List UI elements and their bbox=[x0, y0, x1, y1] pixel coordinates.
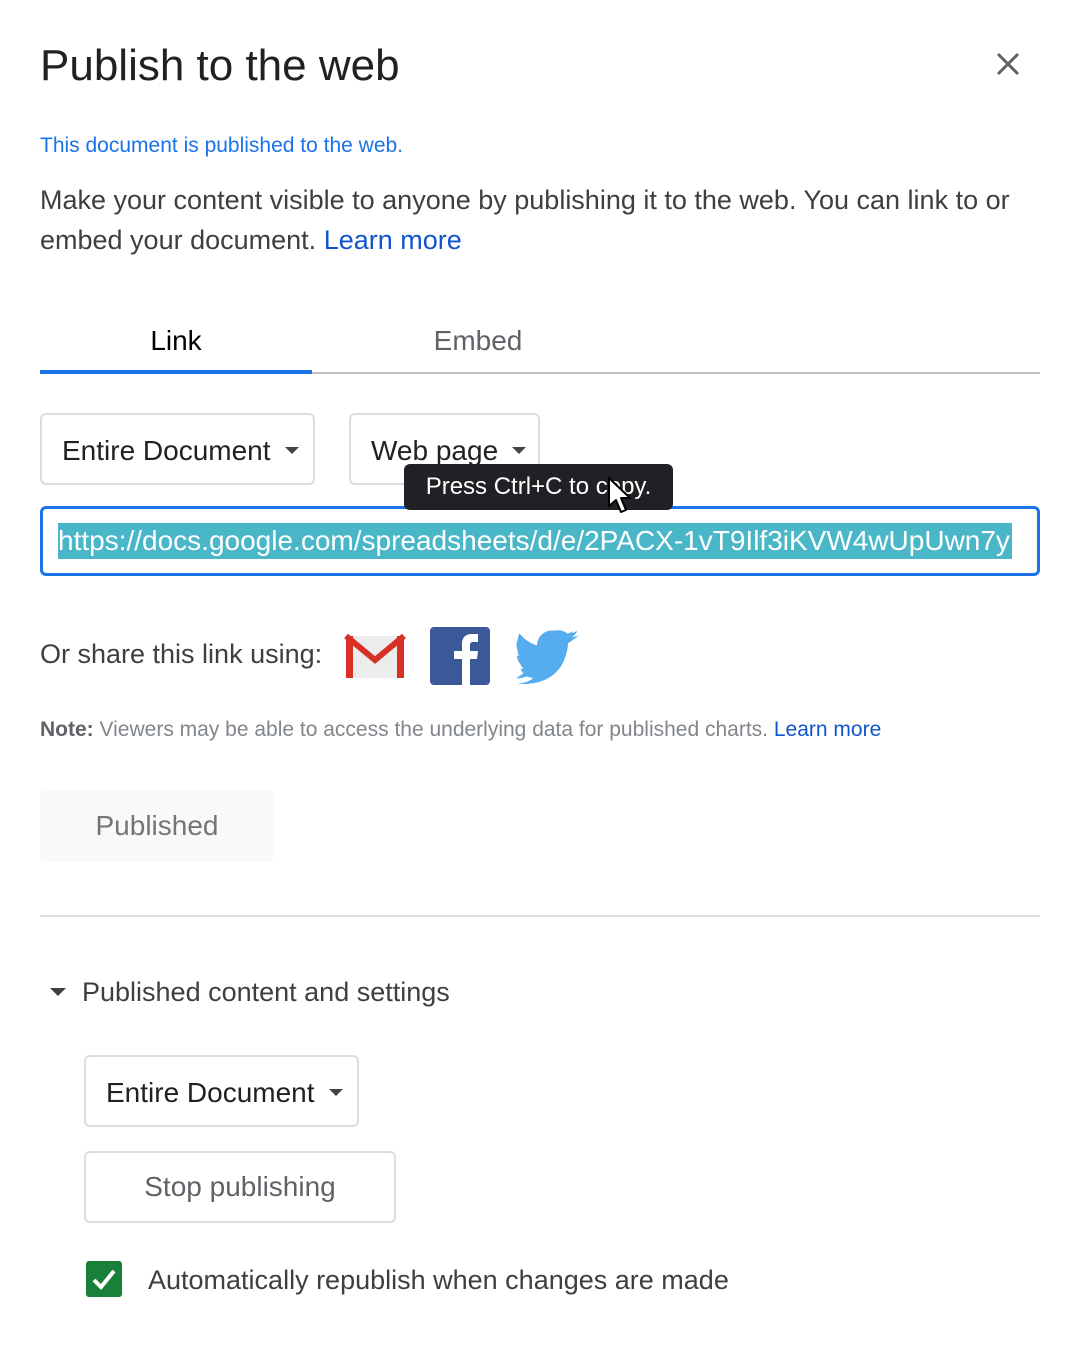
tab-embed[interactable]: Embed bbox=[312, 310, 644, 372]
stop-publishing-button[interactable]: Stop publishing bbox=[84, 1151, 396, 1223]
publish-status: This document is published to the web. bbox=[40, 134, 404, 157]
scope-select-value: Entire Document bbox=[62, 435, 271, 466]
published-scope-select-value: Entire Document bbox=[106, 1077, 315, 1108]
published-button: Published bbox=[40, 790, 274, 862]
settings-section-toggle[interactable]: Published content and settings bbox=[50, 974, 450, 1010]
note-text: Viewers may be able to access the underl… bbox=[99, 718, 769, 741]
published-scope-select[interactable]: Entire Document bbox=[84, 1055, 359, 1127]
charts-note: Note: Viewers may be able to access the … bbox=[40, 716, 881, 744]
section-divider bbox=[40, 915, 1040, 917]
close-button[interactable] bbox=[990, 46, 1026, 82]
scope-select[interactable]: Entire Document bbox=[40, 413, 315, 485]
chevron-down-icon bbox=[328, 1089, 343, 1097]
auto-republish-checkbox[interactable] bbox=[86, 1261, 122, 1297]
description: Make your content visible to anyone by p… bbox=[40, 180, 1040, 260]
twitter-icon[interactable] bbox=[516, 628, 580, 684]
note-prefix: Note: bbox=[40, 718, 94, 741]
expand-triangle-icon bbox=[50, 988, 66, 997]
gmail-icon[interactable] bbox=[344, 632, 406, 682]
format-select-value: Web page bbox=[371, 435, 499, 466]
tab-link[interactable]: Link bbox=[40, 310, 312, 374]
facebook-icon[interactable] bbox=[430, 627, 490, 685]
auto-republish-label[interactable]: Automatically republish when changes are… bbox=[148, 1262, 729, 1298]
checkmark-icon bbox=[92, 1269, 116, 1290]
mouse-cursor-icon bbox=[608, 477, 631, 513]
chevron-down-icon bbox=[284, 447, 299, 455]
dialog-title: Publish to the web bbox=[40, 41, 400, 90]
close-icon bbox=[996, 52, 1020, 76]
note-learn-more-link[interactable]: Learn more bbox=[774, 718, 881, 741]
url-input-value[interactable]: https://docs.google.com/spreadsheets/d/e… bbox=[58, 523, 1012, 559]
learn-more-link[interactable]: Learn more bbox=[324, 225, 462, 255]
share-label: Or share this link using: bbox=[40, 639, 323, 669]
url-input[interactable]: https://docs.google.com/spreadsheets/d/e… bbox=[40, 506, 1040, 576]
chevron-down-icon bbox=[512, 447, 527, 455]
description-text: Make your content visible to anyone by p… bbox=[40, 185, 1010, 255]
settings-section-header: Published content and settings bbox=[82, 977, 450, 1007]
tab-bar: Link Embed bbox=[40, 310, 1040, 374]
